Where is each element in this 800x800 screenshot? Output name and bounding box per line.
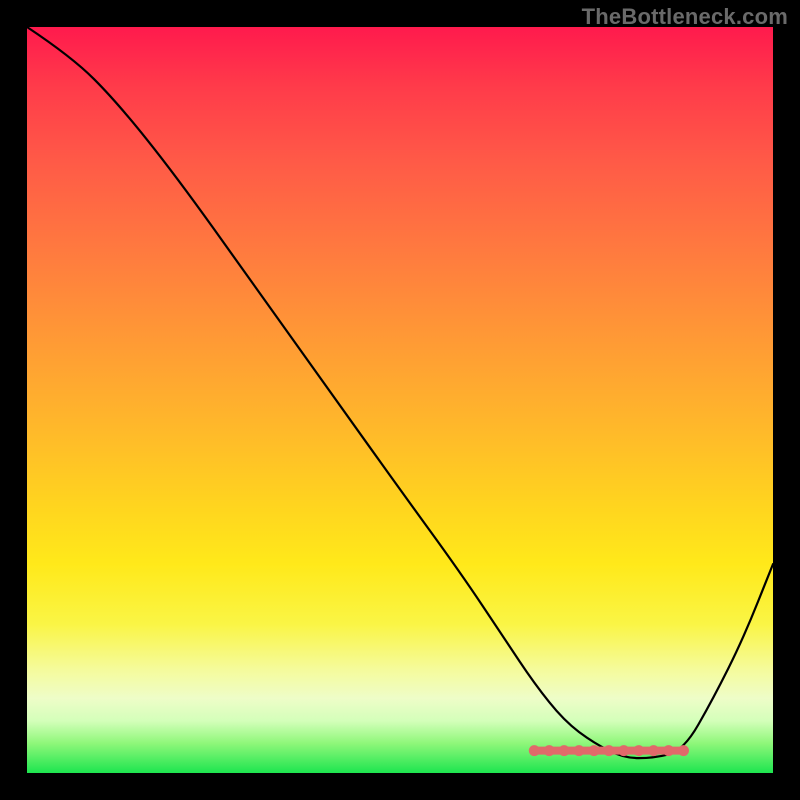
optimal-dot xyxy=(618,745,629,756)
optimal-dot xyxy=(589,745,600,756)
optimal-dot xyxy=(633,745,644,756)
optimal-dot xyxy=(574,745,585,756)
optimal-dot xyxy=(544,745,555,756)
watermark-text: TheBottleneck.com xyxy=(582,4,788,30)
optimal-dot xyxy=(648,745,659,756)
optimal-dot xyxy=(678,745,689,756)
bottleneck-curve xyxy=(27,27,773,758)
chart-overlay-svg xyxy=(27,27,773,773)
optimal-dot xyxy=(663,745,674,756)
optimal-dot xyxy=(529,745,540,756)
optimal-dot xyxy=(603,745,614,756)
optimal-range-dots xyxy=(529,745,689,756)
chart-stage: TheBottleneck.com xyxy=(0,0,800,800)
optimal-dot xyxy=(559,745,570,756)
